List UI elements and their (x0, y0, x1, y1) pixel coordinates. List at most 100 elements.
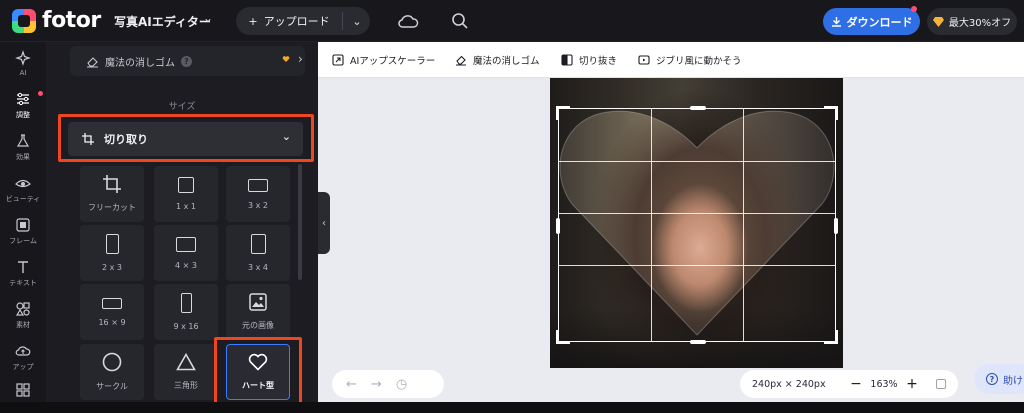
cutout-icon (561, 54, 573, 66)
rail-label: 効果 (16, 152, 30, 161)
crop-handle-top[interactable] (690, 106, 706, 110)
tool-ai-upscaler[interactable]: AIアップスケーラー (332, 53, 435, 67)
crop-icon (103, 175, 121, 193)
brand-name[interactable]: fotor (42, 8, 101, 33)
magic-eraser-card[interactable]: 魔法の消しゴム ? › (70, 46, 305, 76)
rail-item-beauty[interactable]: ビューティ (0, 168, 46, 210)
chevron-right-icon[interactable]: › (298, 52, 303, 66)
landscape-shape-icon (248, 178, 268, 192)
frame-icon (16, 217, 30, 232)
cloud-upload-icon (15, 345, 31, 356)
panel-scrollbar[interactable] (298, 164, 302, 280)
tall-shape-icon (180, 293, 192, 313)
tool-label: 切り抜き (579, 56, 618, 67)
history-clock-icon[interactable]: ◷ (396, 377, 407, 392)
ratio-1x1[interactable]: 1 x 1 (154, 166, 218, 222)
ratio-label: 1 x 1 (176, 202, 196, 211)
ratio-3x2[interactable]: 3 x 2 (226, 166, 290, 222)
rail-item-adjust[interactable]: 調整 (0, 84, 46, 126)
rail-item-more[interactable] (0, 378, 46, 402)
rail-item-text[interactable]: テキスト (0, 252, 46, 294)
crop-handle-left[interactable] (556, 218, 560, 234)
landscape-shape-icon (176, 236, 196, 252)
crop-handle-bottom[interactable] (690, 340, 706, 344)
ratio-9x16[interactable]: 9 x 16 (154, 284, 218, 340)
promo-label: 最大30%オフ (948, 18, 1012, 29)
ratio-3x4[interactable]: 3 x 4 (226, 225, 290, 281)
crop-handle-top-right[interactable] (824, 106, 838, 120)
compare-toggle-icon[interactable] (936, 379, 946, 389)
ratio-label: サークル (96, 382, 128, 391)
grid-line (743, 109, 744, 341)
rail-label: AI (19, 68, 27, 77)
canvas-photo[interactable] (550, 78, 843, 368)
upload-options-chevron-icon[interactable]: ⌄ (344, 7, 370, 35)
circle-shape-icon (102, 352, 122, 372)
zoom-level[interactable]: 163% (866, 379, 902, 390)
rail-item-upload[interactable]: アップ (0, 336, 46, 378)
crop-handle-bottom-right[interactable] (824, 330, 838, 344)
tool-cutout[interactable]: 切り抜き (561, 53, 617, 67)
promo-button[interactable]: 最大30%オフ (927, 8, 1017, 35)
rail-item-frame[interactable]: フレーム (0, 210, 46, 252)
history-controls: ← → ◷ (332, 370, 444, 398)
rail-item-effects[interactable]: 効果 (0, 126, 46, 168)
tool-ghibli-animate[interactable]: ジブリ風に動かそう (638, 53, 742, 67)
crop-handle-top-left[interactable] (556, 106, 570, 120)
magic-eraser-label: 魔法の消しゴム (105, 57, 175, 69)
ratio-original[interactable]: 元の画像 (226, 284, 290, 340)
help-icon[interactable]: ? (181, 55, 192, 67)
bottom-strip (0, 402, 1024, 413)
cloud-icon[interactable] (397, 12, 419, 30)
redo-arrow-icon[interactable]: → (371, 377, 382, 392)
chevron-down-icon[interactable]: ⌄ (203, 11, 213, 25)
top-bar: fotor 写真AIエディター ⌄ + アップロード ⌄ ダウンロード 最大30… (0, 0, 1024, 42)
rail-label: 調整 (16, 110, 30, 119)
crop-handle-bottom-left[interactable] (556, 330, 570, 344)
rail-item-elements[interactable]: 素材 (0, 294, 46, 336)
ratio-label: 16 × 9 (98, 317, 126, 327)
upscale-icon (332, 54, 344, 66)
portrait-shape-icon (250, 234, 266, 254)
ratio-label: フリーカット (88, 203, 136, 212)
undo-arrow-icon[interactable]: ← (346, 377, 357, 392)
download-button-label: ダウンロード (846, 15, 913, 29)
wide-shape-icon (102, 297, 122, 309)
ratio-label: 9 x 16 (173, 322, 199, 331)
ratio-2x3[interactable]: 2 x 3 (80, 225, 144, 281)
tool-magic-eraser[interactable]: 魔法の消しゴム (455, 53, 540, 67)
annotation-highlight-heart (214, 337, 302, 409)
zoom-in-button[interactable]: + (902, 376, 922, 392)
ratio-4x3[interactable]: 4 × 3 (154, 225, 218, 281)
download-button[interactable]: ダウンロード (823, 8, 920, 35)
grid-icon (16, 383, 30, 397)
rail-label: ビューティ (5, 194, 41, 203)
ratio-label: 4 × 3 (175, 260, 197, 270)
upload-button[interactable]: + アップロード (236, 7, 342, 35)
crop-frame[interactable] (556, 106, 838, 344)
annotation-highlight-crop-select (58, 114, 314, 162)
ratio-label: 元の画像 (242, 321, 274, 330)
ratio-circle[interactable]: サークル (80, 344, 144, 400)
ratio-triangle[interactable]: 三角形 (154, 344, 218, 400)
sparkle-icon (15, 49, 31, 66)
crop-handle-right[interactable] (834, 218, 838, 234)
flask-icon (16, 133, 30, 147)
grid-line (559, 213, 835, 214)
help-button[interactable]: ? 助け (974, 364, 1024, 394)
rail-label: 素材 (16, 320, 30, 329)
eraser-icon (87, 56, 98, 68)
rail-label: フレーム (9, 236, 37, 245)
eye-icon (15, 179, 31, 187)
portrait-shape-icon (105, 234, 119, 254)
zoom-controls: 240px × 240px − 163% + (740, 370, 958, 398)
zoom-out-button[interactable]: − (846, 376, 866, 392)
ratio-16x9[interactable]: 16 × 9 (80, 284, 144, 340)
document-title[interactable]: 写真AIエディター (114, 13, 211, 30)
rail-item-ai[interactable]: AI (0, 42, 46, 84)
ratio-free-cut[interactable]: フリーカット (80, 166, 144, 222)
notification-dot (911, 6, 917, 12)
search-icon[interactable] (451, 12, 469, 30)
fotor-logo-icon[interactable] (12, 9, 36, 33)
panel-collapse-chevron-icon[interactable]: ‹ (318, 192, 330, 254)
